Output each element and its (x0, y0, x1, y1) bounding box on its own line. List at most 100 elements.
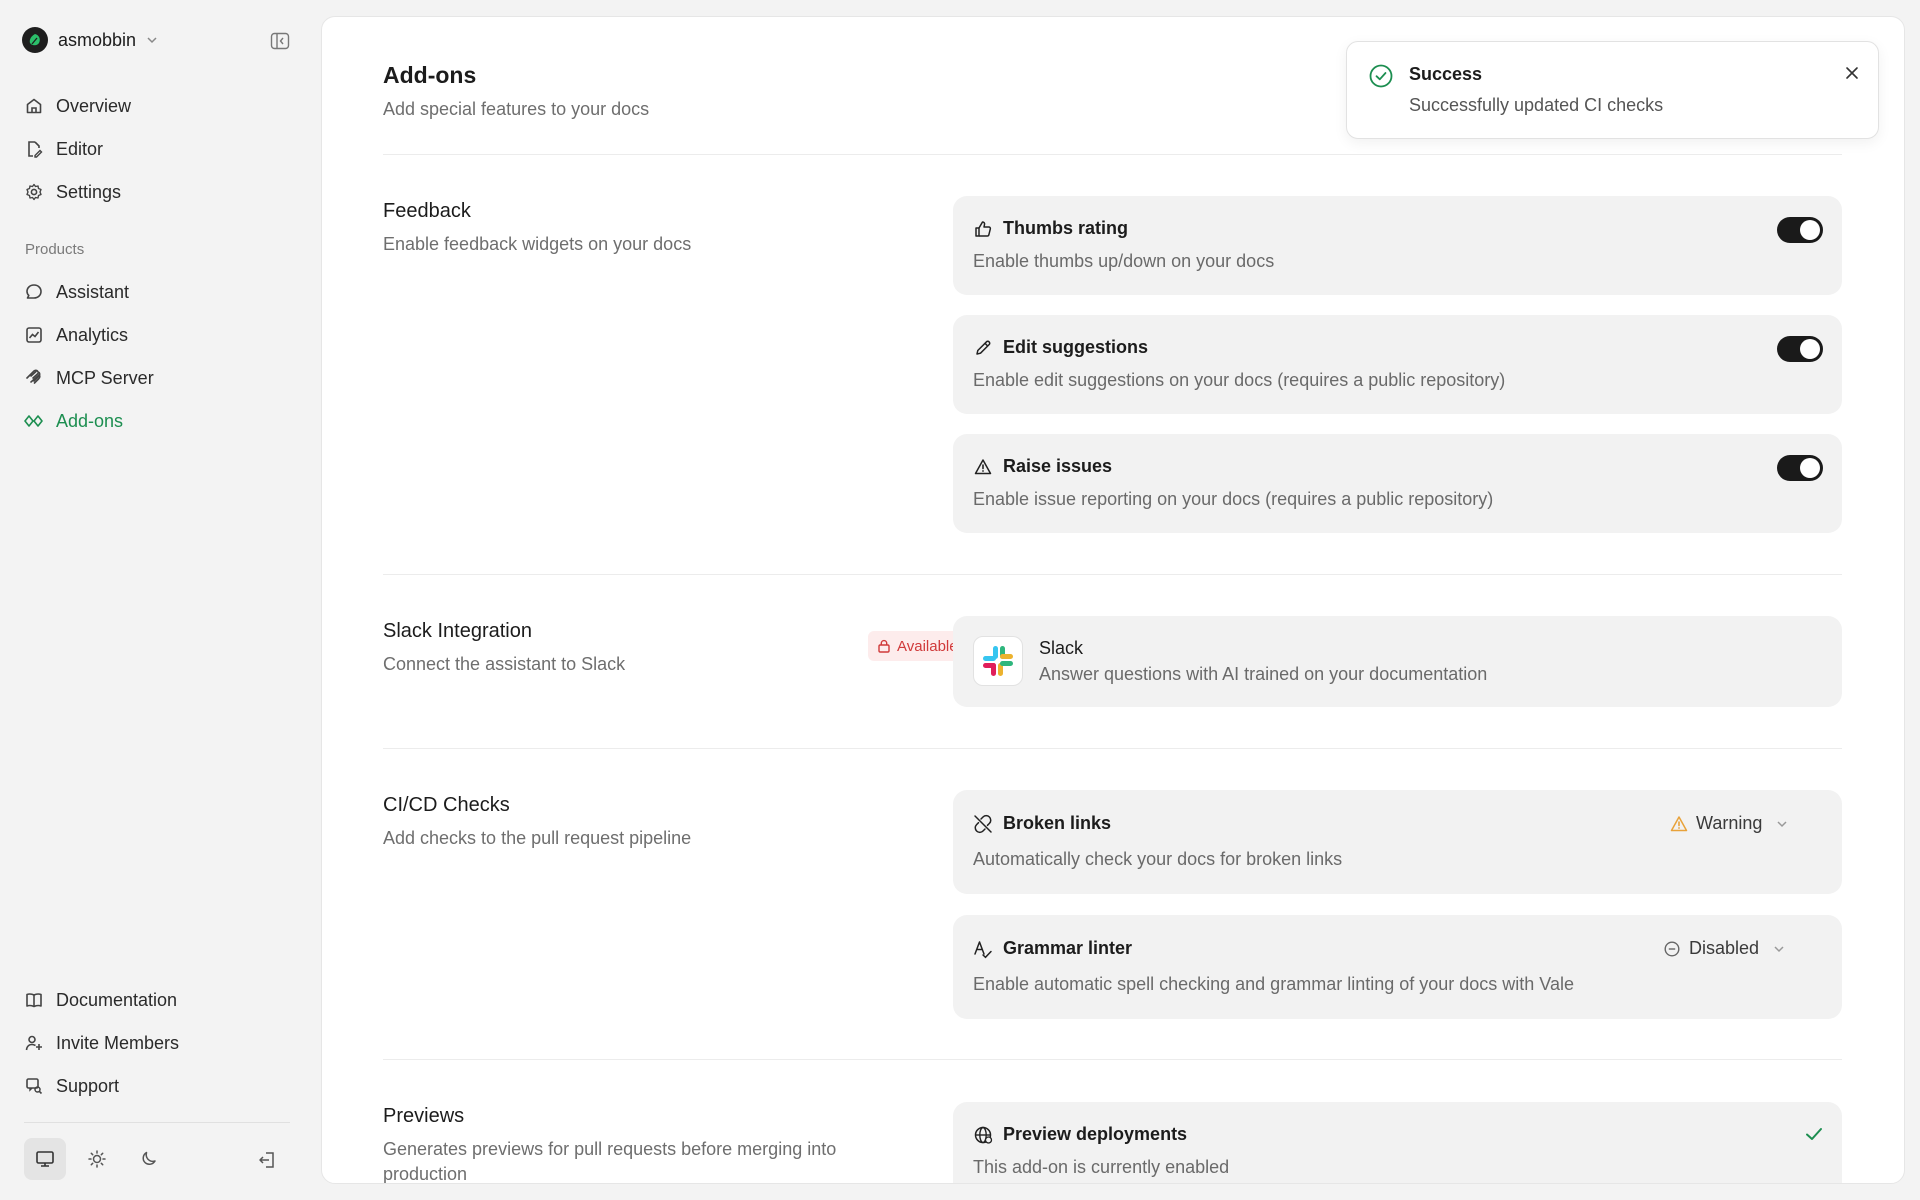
nav-addons-label: Add-ons (56, 410, 124, 431)
sidebar: asmobbin Overview Editor Settings Produc… (0, 0, 320, 1200)
moon-icon (142, 1151, 156, 1166)
spell-check-icon (973, 939, 993, 959)
nav-assistant-label: Assistant (56, 281, 130, 302)
mcp-icon (24, 368, 44, 388)
leaf-icon (29, 34, 40, 46)
divider (383, 748, 1842, 749)
grammar-linter-card: Grammar linter Enable automatic spell ch… (953, 915, 1842, 1019)
card-description: Enable issue reporting on your docs (req… (973, 489, 1494, 509)
card-description: Automatically check your docs for broken… (973, 849, 1343, 869)
unlink-icon (973, 814, 993, 834)
chat-bubble-icon (24, 282, 44, 302)
org-avatar (22, 27, 48, 53)
support-icon (24, 1076, 44, 1096)
slack-card-title: Slack (1039, 638, 1084, 658)
nav-support-label: Support (56, 1075, 120, 1096)
org-switcher[interactable]: asmobbin (22, 26, 158, 54)
previews-section-title: Previews (383, 1105, 465, 1127)
toggle-knob (1800, 458, 1820, 478)
page-title: Add-ons (383, 62, 477, 88)
slack-card-description: Answer questions with AI trained on your… (1039, 664, 1488, 684)
chart-icon (24, 325, 44, 345)
thumbs-rating-toggle[interactable] (1777, 217, 1823, 243)
feedback-section-desc: Enable feedback widgets on your docs (383, 234, 692, 254)
card-title: Raise issues (1003, 456, 1113, 476)
lock-icon (878, 639, 890, 653)
edit-suggestions-card: Edit suggestions Enable edit suggestions… (953, 315, 1842, 414)
org-name: asmobbin (58, 29, 137, 50)
nav-settings[interactable]: Settings (24, 175, 292, 209)
divider (383, 1059, 1842, 1060)
nav-mcp-server[interactable]: MCP Server (24, 361, 292, 395)
toast-title: Success (1409, 64, 1483, 84)
nav-editor-label: Editor (56, 138, 104, 159)
feedback-section-title: Feedback (383, 200, 471, 222)
home-icon (24, 96, 44, 116)
pencil-icon (973, 338, 993, 358)
broken-links-status-select[interactable]: Warning (1670, 813, 1788, 834)
nav-analytics-label: Analytics (56, 324, 129, 345)
card-description: Enable edit suggestions on your docs (re… (973, 370, 1506, 390)
slack-logo (973, 636, 1023, 686)
warning-triangle-icon (973, 457, 993, 477)
toggle-knob (1800, 220, 1820, 240)
theme-dark-button[interactable] (128, 1138, 170, 1180)
preview-deployments-card: Preview deployments This add-on is curre… (953, 1102, 1842, 1183)
slack-section-title: Slack Integration (383, 620, 532, 642)
divider (383, 154, 1842, 155)
card-header: Thumbs rating (973, 218, 1128, 239)
chevron-down-icon (1776, 818, 1788, 830)
addons-icon (24, 411, 44, 431)
toast-message: Successfully updated CI checks (1409, 95, 1664, 115)
chevron-down-icon (1773, 943, 1785, 955)
sidebar-divider (24, 1122, 290, 1123)
chevron-down-icon (146, 34, 158, 46)
grammar-linter-status-select[interactable]: Disabled (1663, 938, 1785, 959)
main-panel: Add-ons Add special features to your doc… (321, 16, 1905, 1184)
card-header: Edit suggestions (973, 337, 1148, 358)
toggle-knob (1800, 339, 1820, 359)
status-value: Warning (1696, 813, 1763, 833)
thumbs-rating-card: Thumbs rating Enable thumbs up/down on y… (953, 196, 1842, 295)
page-subtitle: Add special features to your docs (383, 99, 650, 119)
nav-documentation[interactable]: Documentation (24, 983, 292, 1017)
sun-icon (88, 1150, 106, 1168)
edit-suggestions-toggle[interactable] (1777, 336, 1823, 362)
nav-invite-members-label: Invite Members (56, 1032, 180, 1053)
globe-icon (973, 1125, 993, 1145)
warning-icon (1670, 815, 1688, 831)
collapse-sidebar-button[interactable] (268, 30, 292, 52)
theme-switcher (24, 1138, 170, 1180)
book-icon (24, 990, 44, 1010)
check-circle-icon (1368, 63, 1394, 89)
theme-light-button[interactable] (76, 1138, 118, 1180)
user-plus-icon (24, 1033, 44, 1053)
nav-editor[interactable]: Editor (24, 132, 292, 166)
theme-system-button[interactable] (24, 1138, 66, 1180)
nav-support[interactable]: Support (24, 1069, 292, 1103)
nav-documentation-label: Documentation (56, 989, 178, 1010)
broken-links-card: Broken links Automatically check your do… (953, 790, 1842, 894)
nav-analytics[interactable]: Analytics (24, 318, 292, 352)
nav-overview[interactable]: Overview (24, 89, 292, 123)
card-title: Grammar linter (1003, 938, 1133, 958)
logout-button[interactable] (255, 1148, 279, 1172)
nav-section-products: Products (25, 241, 85, 258)
sidebar-collapse-icon (270, 32, 290, 50)
card-description: Enable thumbs up/down on your docs (973, 251, 1275, 271)
card-description: This add-on is currently enabled (973, 1157, 1230, 1177)
raise-issues-card: Raise issues Enable issue reporting on y… (953, 434, 1842, 533)
nav-settings-label: Settings (56, 181, 122, 202)
card-title: Preview deployments (1003, 1124, 1188, 1144)
file-edit-icon (24, 139, 44, 159)
card-description: Enable automatic spell checking and gram… (973, 974, 1574, 994)
slack-card[interactable]: Slack Answer questions with AI trained o… (953, 616, 1842, 707)
card-title: Edit suggestions (1003, 337, 1149, 357)
nav-invite-members[interactable]: Invite Members (24, 1026, 292, 1060)
nav-addons[interactable]: Add-ons (24, 404, 292, 438)
monitor-icon (36, 1151, 54, 1167)
toast-close-button[interactable] (1841, 62, 1863, 84)
check-icon (1804, 1124, 1824, 1144)
raise-issues-toggle[interactable] (1777, 455, 1823, 481)
nav-assistant[interactable]: Assistant (24, 275, 292, 309)
